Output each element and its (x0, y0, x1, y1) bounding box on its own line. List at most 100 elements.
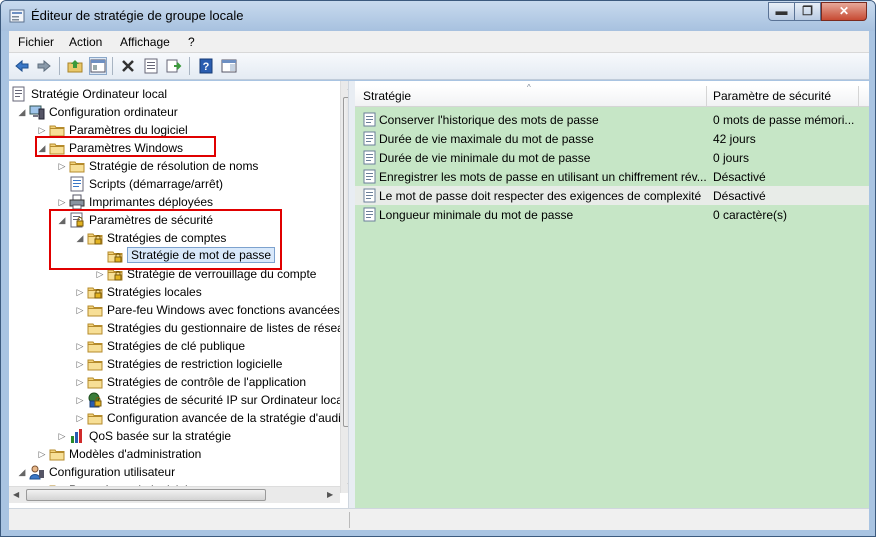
column-divider[interactable] (858, 86, 859, 106)
policy-setting-icon (363, 150, 376, 165)
policy-row[interactable]: Durée de vie minimale du mot de passe 0 j… (355, 148, 869, 167)
tree-item[interactable]: ▷ Stratégies de restriction logicielle (9, 355, 340, 373)
up-folder-icon (67, 60, 83, 73)
app-window: Éditeur de stratégie de groupe locale ▬ … (0, 0, 876, 537)
tree-item[interactable]: ▷ Configuration avancée de la stratégie d… (9, 409, 340, 427)
policy-setting-icon (363, 188, 376, 203)
expand-arrow-icon[interactable]: ▷ (75, 359, 85, 369)
tree-item[interactable]: ▷ Stratégies locales (9, 283, 340, 301)
policy-name: Durée de vie maximale du mot de passe (379, 132, 594, 146)
tree-item[interactable]: ◢ Configuration utilisateur (9, 463, 340, 481)
show-hide-tree-icon (90, 59, 106, 73)
tree-item[interactable]: ▷ Stratégies de clé publique (9, 337, 340, 355)
expand-arrow-icon[interactable]: ▷ (75, 413, 85, 423)
details-pane: ^ Stratégie Paramètre de sécurité Conser… (355, 81, 869, 530)
policy-value: 42 jours (713, 132, 756, 146)
tree-item[interactable]: ▷ Pare-feu Windows avec fonctions avancée… (9, 301, 340, 319)
policy-name: Enregistrer les mots de passe en utilisa… (379, 170, 707, 184)
minimize-button[interactable]: ▬ (768, 2, 795, 21)
status-divider (349, 512, 350, 528)
tree-item-label: Stratégies de sécurité IP sur Ordinateur… (107, 393, 340, 407)
toolbar-separator (189, 57, 190, 75)
expand-arrow-icon[interactable]: ▷ (75, 377, 85, 387)
ip-security-icon (88, 392, 102, 408)
menu-fichier[interactable]: Fichier (18, 35, 54, 49)
maximize-icon: ❐ (802, 4, 813, 18)
expand-arrow-icon[interactable]: ▷ (95, 269, 105, 279)
list-header: ^ Stratégie Paramètre de sécurité (355, 83, 869, 107)
sort-ascending-icon: ^ (527, 83, 531, 92)
expand-arrow-icon[interactable]: ▷ (75, 287, 85, 297)
collapse-arrow-icon[interactable]: ◢ (17, 467, 27, 477)
policy-setting-icon (363, 207, 376, 222)
back-button[interactable] (13, 57, 31, 75)
tree-item[interactable]: ▷ Stratégie de résolution de noms (9, 157, 340, 175)
scroll-right-icon[interactable]: ▶ (327, 490, 333, 499)
expand-arrow-icon[interactable]: ▷ (57, 197, 67, 207)
tree-item[interactable]: ▷ Stratégies de contrôle de l'application (9, 373, 340, 391)
collapse-arrow-icon[interactable]: ◢ (17, 107, 27, 117)
column-header-strategie[interactable]: Stratégie (363, 89, 411, 103)
tree-vertical-scrollbar[interactable]: ▲ ▼ (340, 81, 348, 493)
menu-help[interactable]: ? (188, 35, 195, 49)
policy-value: 0 jours (713, 151, 750, 165)
tree-item-label: QoS basée sur la stratégie (89, 429, 232, 443)
expand-arrow-icon[interactable]: ▷ (57, 431, 67, 441)
tree-item-label: Configuration utilisateur (49, 465, 176, 479)
menu-affichage[interactable]: Affichage (120, 35, 170, 49)
delete-button[interactable] (119, 57, 137, 75)
toggle-view-button[interactable] (220, 57, 238, 75)
tree-item[interactable]: Scripts (démarrage/arrêt) (9, 175, 340, 193)
tree-item-label: Stratégies locales (107, 285, 202, 299)
folder-icon (87, 323, 103, 335)
tree-item[interactable]: ▷ Stratégies de sécurité IP sur Ordinateu… (9, 391, 340, 409)
help-button[interactable]: ? (197, 57, 215, 75)
tree-item-label: Stratégies du gestionnaire de listes de … (107, 321, 340, 335)
properties-button[interactable] (142, 57, 160, 75)
forward-icon (37, 59, 51, 73)
tree-item[interactable]: Stratégie Ordinateur local (9, 85, 340, 103)
expand-arrow-icon[interactable]: ▷ (57, 161, 67, 171)
window-title: Éditeur de stratégie de groupe locale (31, 8, 244, 23)
policy-row[interactable]: Longueur minimale du mot de passe 0 carac… (355, 205, 869, 224)
close-button[interactable]: ✕ (821, 2, 867, 21)
policy-row[interactable]: Durée de vie maximale du mot de passe 42 … (355, 129, 869, 148)
export-list-button[interactable] (165, 57, 183, 75)
computer-policy-icon (12, 86, 25, 102)
tree-item[interactable]: ▷ QoS basée sur la stratégie (9, 427, 340, 445)
printer-icon (69, 194, 85, 210)
menu-action[interactable]: Action (69, 35, 102, 49)
expand-arrow-icon[interactable]: ▷ (75, 395, 85, 405)
tree-item[interactable]: ▷ Modèles d'administration (9, 445, 340, 463)
policy-row[interactable]: Enregistrer les mots de passe en utilisa… (355, 167, 869, 186)
highlight-box-parametres-securite (49, 209, 282, 270)
policy-row[interactable]: Conserver l'historique des mots de passe… (355, 110, 869, 129)
maximize-button[interactable]: ❐ (794, 2, 821, 21)
folder-icon (49, 449, 65, 461)
policy-row[interactable]: Le mot de passe doit respecter des exige… (355, 186, 869, 205)
show-hide-tree-button[interactable] (89, 57, 107, 75)
tree-item[interactable]: Stratégies du gestionnaire de listes de … (9, 319, 340, 337)
up-button[interactable] (66, 57, 84, 75)
policy-value: Désactivé (713, 189, 766, 203)
folder-icon (87, 413, 103, 425)
expand-arrow-icon[interactable]: ▷ (75, 305, 85, 315)
tree-horizontal-scrollbar[interactable]: ◀ ▶ (9, 486, 340, 503)
tree-item[interactable]: ◢ Configuration ordinateur (9, 103, 340, 121)
tree-horizontal-scroll-thumb[interactable] (26, 489, 266, 501)
column-divider[interactable] (706, 86, 707, 106)
policy-setting-icon (363, 112, 376, 127)
forward-button[interactable] (35, 57, 53, 75)
expand-arrow-icon[interactable]: ▷ (37, 449, 47, 459)
policy-setting-icon (363, 169, 376, 184)
policy-setting-icon (363, 131, 376, 146)
locked-folder-icon (87, 287, 103, 299)
expand-arrow-icon[interactable]: ▷ (75, 341, 85, 351)
tree-pane: Stratégie Ordinateur local ◢ Configuration… (9, 81, 349, 508)
tree-item-label: Imprimantes déployées (89, 195, 214, 209)
scroll-left-icon[interactable]: ◀ (13, 490, 19, 499)
expand-arrow-icon[interactable]: ▷ (37, 125, 47, 135)
folder-icon (87, 377, 103, 389)
tree-item-label: Paramètres du logiciel (69, 123, 188, 137)
column-header-parametre[interactable]: Paramètre de sécurité (713, 89, 831, 103)
